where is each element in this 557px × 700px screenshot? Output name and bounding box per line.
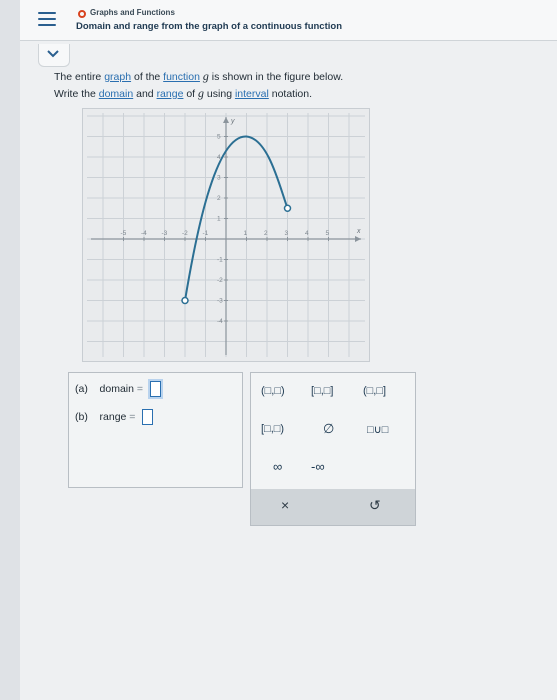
union-button[interactable]: □∪□ — [367, 423, 388, 436]
domain-input[interactable] — [149, 381, 161, 397]
x-tick-label: 3 — [285, 230, 289, 237]
closed-open-interval-button[interactable]: [□,□) — [261, 423, 284, 435]
x-tick-label: -1 — [203, 230, 209, 237]
menu-icon[interactable] — [38, 12, 56, 28]
clear-button[interactable]: × — [281, 497, 289, 513]
prompt-text: notation. — [268, 88, 313, 100]
part-a-label: (a) — [75, 382, 88, 395]
prompt-text: and — [133, 88, 157, 100]
closed-closed-interval-button[interactable]: [□,□] — [311, 385, 333, 397]
open-closed-interval-button[interactable]: (□,□] — [363, 385, 386, 397]
endpoint-open — [283, 204, 292, 212]
answer-row-domain: (a) domain = — [75, 381, 161, 397]
y-tick-label: -1 — [217, 257, 223, 264]
prompt-text: using — [204, 88, 235, 100]
x-axis-label: x — [356, 228, 361, 235]
empty-set-button[interactable]: ∅ — [323, 421, 334, 437]
prompt-line-2: Write the domain and range of g using in… — [54, 85, 514, 102]
prompt-text: Write the — [54, 88, 99, 100]
prompt-text: of the — [131, 71, 164, 83]
page-title: Domain and range from the graph of a con… — [76, 21, 342, 32]
graph-canvas: xy-5 -4 -3 -2 -1 1 2 3 4 554321-1-2-3-4 — [82, 113, 370, 357]
function-graph: x y -5 -4 -3 -2 -1 1 2 3 4 5 5 4 3 2 1 -1 -2 -3 -4 — [82, 108, 370, 362]
topic-label: Graphs and Functions — [90, 8, 175, 17]
undo-button[interactable]: ↺ — [369, 497, 381, 514]
prompt-text: of — [183, 88, 199, 100]
x-tick-label: 2 — [264, 230, 268, 237]
infinity-button[interactable]: ∞ — [273, 459, 282, 474]
x-tick-label: 4 — [305, 230, 309, 237]
prompt-line-1: The entire graph of the function g is sh… — [54, 68, 514, 85]
topic-status-icon — [78, 10, 86, 18]
x-tick-label: -5 — [121, 230, 127, 237]
collapse-button[interactable] — [38, 44, 70, 67]
question-prompt: The entire graph of the function g is sh… — [54, 68, 514, 102]
open-open-interval-button[interactable]: (□,□) — [261, 385, 285, 397]
x-tick-label: 1 — [244, 230, 248, 237]
y-axis-arrow — [223, 117, 229, 123]
y-tick-label: 1 — [217, 216, 221, 223]
range-link[interactable]: range — [157, 88, 184, 100]
endpoint-open — [181, 296, 189, 305]
x-axis-arrow — [355, 236, 361, 242]
page: Graphs and Functions Domain and range fr… — [20, 0, 557, 700]
function-link[interactable]: function — [163, 71, 200, 83]
chevron-down-icon — [47, 50, 59, 58]
domain-link[interactable]: domain — [99, 88, 133, 100]
equals-sign: = — [136, 382, 144, 395]
y-tick-label: 2 — [217, 195, 221, 202]
prompt-text: The entire — [54, 71, 105, 83]
x-tick-label: -3 — [162, 230, 168, 237]
domain-label: domain — [99, 382, 134, 395]
negative-infinity-button[interactable]: -∞ — [311, 459, 325, 474]
part-b-label: (b) — [75, 410, 88, 423]
y-tick-label: -4 — [217, 318, 223, 325]
prompt-text: is shown in the figure below. — [208, 71, 344, 83]
interval-link[interactable]: interval — [235, 88, 269, 100]
range-input[interactable] — [142, 409, 154, 425]
x-tick-label: -2 — [182, 230, 188, 237]
x-tick-label: -4 — [141, 230, 147, 237]
y-axis-label: y — [230, 118, 235, 125]
y-tick-label: -2 — [217, 277, 223, 284]
answer-box: (a) domain = (b) range = — [68, 372, 243, 488]
y-tick-label: 3 — [217, 175, 221, 182]
answer-row-range: (b) range = — [75, 409, 154, 425]
equals-sign: = — [129, 410, 136, 423]
keypad-action-bar: × ↺ — [251, 489, 415, 525]
x-tick-label: 5 — [326, 230, 330, 237]
range-label: range — [99, 410, 127, 423]
header: Graphs and Functions Domain and range fr… — [20, 0, 557, 41]
graph-link[interactable]: graph — [104, 71, 131, 83]
y-tick-label: -3 — [217, 298, 223, 305]
y-tick-label: 5 — [217, 134, 221, 141]
math-keypad: (□,□) [□,□] (□,□] [□,□) ∅ □∪□ ∞ -∞ × ↺ — [250, 372, 416, 526]
